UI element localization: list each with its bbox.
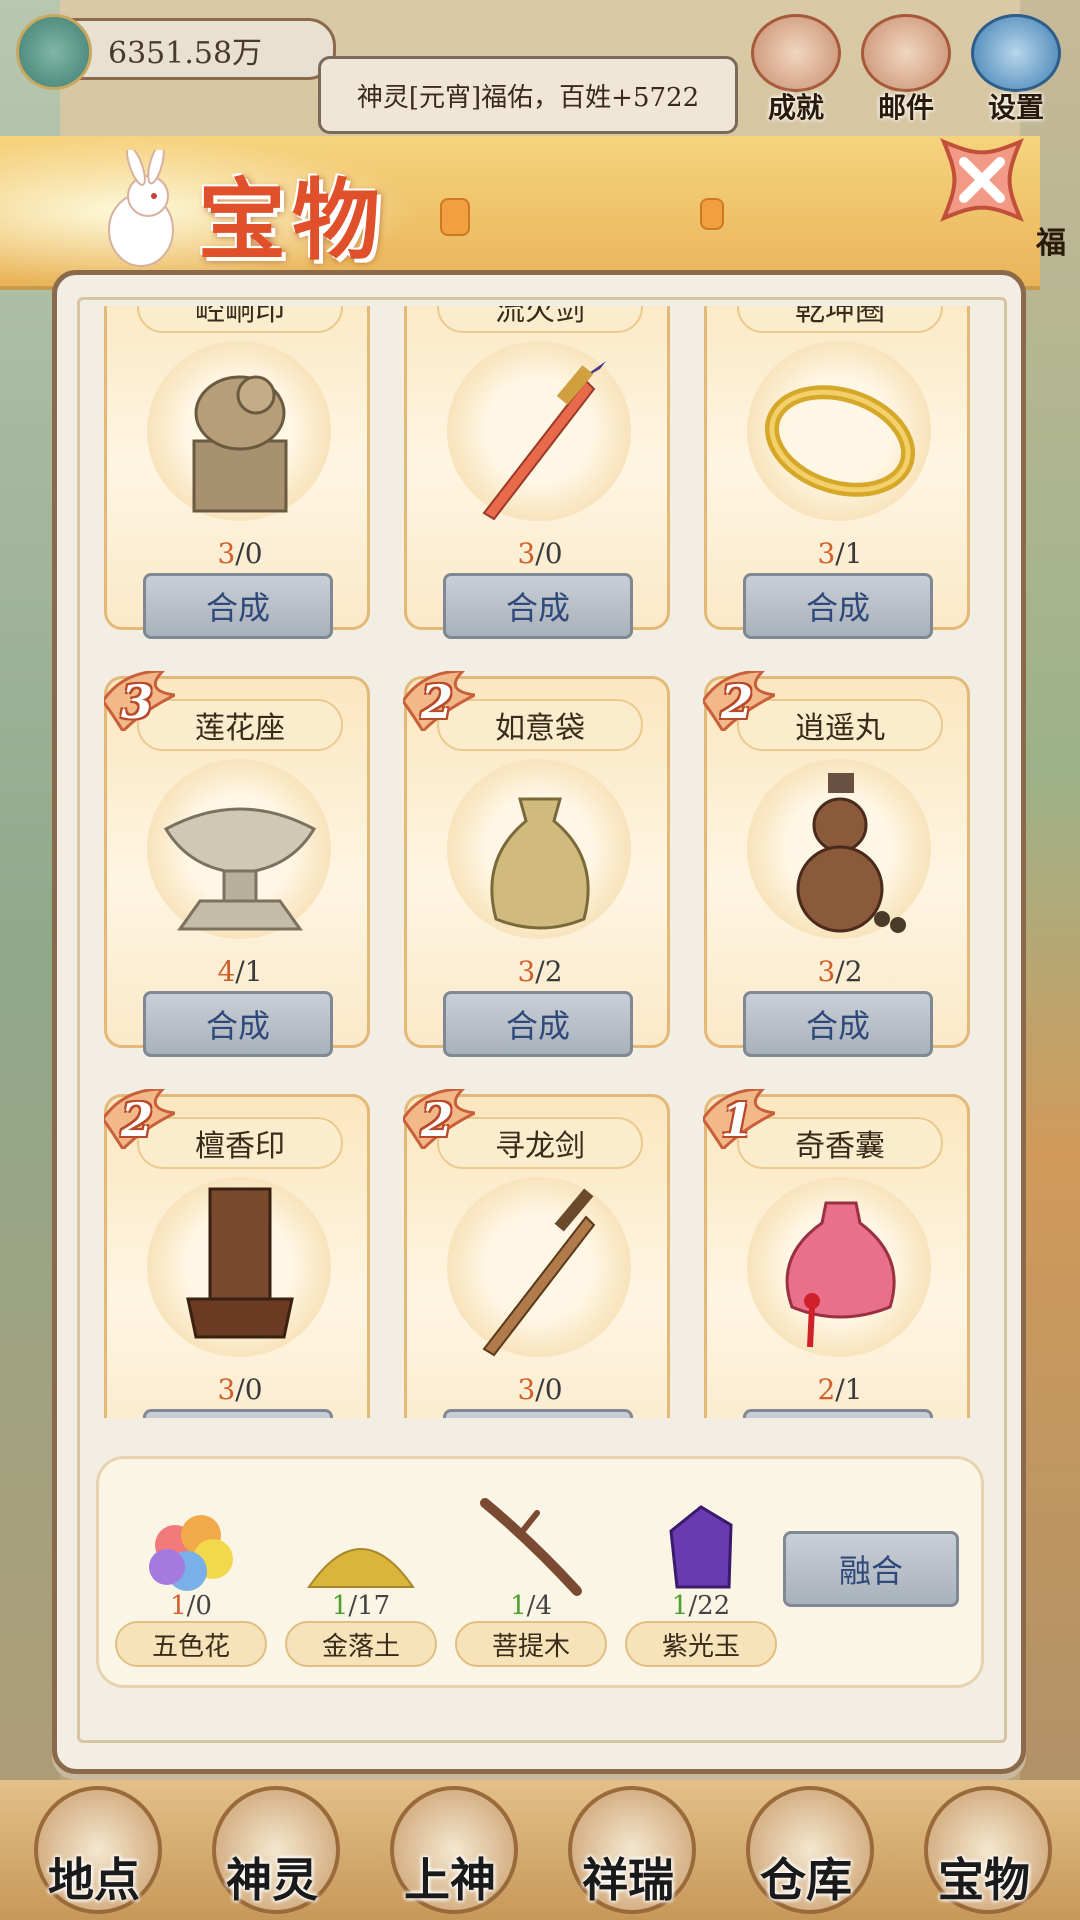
nav-deity[interactable]: 神灵 — [186, 1780, 358, 1920]
synthesize-button[interactable]: 合成 — [443, 991, 633, 1057]
resource-icon — [16, 14, 92, 90]
side-label: 福 — [1036, 226, 1066, 261]
nav-label: 仓库 — [760, 1853, 852, 1907]
material-count: 1/17 — [331, 1591, 391, 1621]
material-item[interactable]: 1/0 五色花 — [111, 1481, 271, 1681]
resource-value: 6351.58万 — [108, 36, 263, 71]
mail-button[interactable]: 邮件 — [858, 14, 954, 124]
page-title: 宝物 — [198, 168, 387, 272]
nav-label: 宝物 — [938, 1853, 1030, 1907]
achievement-scroll-icon — [751, 14, 841, 92]
treasure-name: 乾坤圈 — [737, 306, 943, 333]
material-count: 1/0 — [170, 1591, 212, 1621]
synthesize-button[interactable]: 合成 — [443, 1409, 633, 1418]
treasure-count: 3/0 — [217, 537, 263, 570]
settings-button[interactable]: 设置 — [968, 14, 1064, 124]
gourd-icon — [796, 773, 906, 933]
material-count: 1/4 — [510, 1591, 552, 1621]
bottom-nav: 地点 神灵 上神 祥瑞 仓库 宝物 — [0, 1780, 1080, 1920]
material-name: 菩提木 — [455, 1621, 607, 1667]
material-count: 1/22 — [671, 1591, 731, 1621]
treasure-count: 3/0 — [517, 1373, 563, 1406]
treasure-count: 2/1 — [817, 1373, 863, 1406]
synthesize-button[interactable]: 合成 — [743, 1409, 933, 1418]
treasure-count: 3/0 — [217, 1373, 263, 1406]
treasure-card: 流火剑 3/0 合成 — [404, 306, 670, 639]
nav-label: 地点 — [48, 1853, 140, 1907]
material-name: 紫光玉 — [625, 1621, 777, 1667]
treasure-card: 寻龙剑 3/0 合成 2 — [403, 1089, 670, 1418]
level-badge-number: 2 — [421, 1093, 454, 1147]
lantern-icon — [700, 198, 724, 230]
treasure-count: 3/1 — [817, 537, 863, 570]
bronze-sword-icon — [482, 1188, 596, 1357]
synthesize-button[interactable]: 合成 — [143, 991, 333, 1057]
five-color-flower-icon — [149, 1515, 233, 1591]
nav-warehouse[interactable]: 仓库 — [720, 1780, 892, 1920]
material-item[interactable]: 1/17 金落土 — [281, 1481, 441, 1681]
bodhi-wood-icon — [480, 1498, 582, 1596]
synthesize-button[interactable]: 合成 — [743, 991, 933, 1057]
treasure-card: 逍遥丸 3/2 合成 2 — [703, 671, 970, 1057]
treasure-card: 乾坤圈 3/1 合成 — [704, 306, 970, 639]
nav-label: 神灵 — [226, 1853, 318, 1907]
treasure-card: 莲花座 4/1 合成 3 — [104, 671, 370, 1057]
fuse-button[interactable]: 融合 — [783, 1531, 959, 1607]
material-item[interactable]: 1/22 紫光玉 — [621, 1481, 781, 1681]
level-badge-number: 2 — [421, 675, 454, 729]
level-badge-number: 2 — [721, 675, 754, 729]
nav-label: 祥瑞 — [582, 1853, 674, 1907]
gold-soil-icon — [307, 1548, 415, 1588]
golden-ring-icon — [764, 385, 916, 497]
synthesize-button[interactable]: 合成 — [443, 573, 633, 639]
synthesize-button[interactable]: 合成 — [143, 1409, 333, 1418]
material-item[interactable]: 1/4 菩提木 — [451, 1481, 611, 1681]
seal-icon — [192, 375, 288, 513]
level-badge-number: 2 — [121, 1093, 154, 1147]
fire-sword-icon — [482, 361, 606, 521]
wood-seal-icon — [186, 1187, 294, 1339]
treasure-card: 檀香印 3/0 合成 2 — [104, 1089, 370, 1418]
nav-auspicious[interactable]: 祥瑞 — [542, 1780, 714, 1920]
pouch-icon — [490, 797, 590, 930]
level-badge-number: 1 — [721, 1093, 754, 1147]
close-button[interactable] — [920, 118, 1044, 242]
treasure-card: 崆峒印 3/0 合成 — [104, 306, 370, 639]
treasure-grid[interactable]: 崆峒印 3/0 合成 流火剑 3/0 合成 乾坤圈 3/1 合成 莲花座 4/1… — [104, 306, 984, 1418]
nav-location[interactable]: 地点 — [8, 1780, 180, 1920]
treasure-card: 如意袋 3/2 合成 2 — [403, 671, 670, 1057]
achievement-button[interactable]: 成就 — [748, 14, 844, 124]
gear-icon — [971, 14, 1061, 92]
synthesize-button[interactable]: 合成 — [743, 573, 933, 639]
treasure-name: 崆峒印 — [137, 306, 343, 333]
treasure-card: 奇香囊 2/1 合成 1 — [703, 1089, 970, 1418]
nav-label: 上神 — [404, 1853, 496, 1907]
treasure-count: 4/1 — [217, 955, 263, 988]
treasure-count: 3/2 — [517, 955, 563, 988]
material-name: 金落土 — [285, 1621, 437, 1667]
lotus-pedestal-icon — [163, 807, 317, 931]
mail-icon — [861, 14, 951, 92]
sachet-icon — [785, 1201, 896, 1348]
nav-treasure[interactable]: 宝物 — [898, 1780, 1070, 1920]
lantern-icon — [440, 198, 470, 236]
treasure-name: 流火剑 — [437, 306, 643, 333]
treasure-count: 3/2 — [817, 955, 863, 988]
materials-panel: 1/0 五色花 1/17 金落土 1/4 菩提木 1/22 紫光玉 融合 — [96, 1456, 984, 1688]
achievement-label: 成就 — [767, 91, 824, 124]
rabbit-icon — [108, 150, 174, 267]
treasure-count: 3/0 — [517, 537, 563, 570]
nav-upper-deity[interactable]: 上神 — [364, 1780, 536, 1920]
event-toast: 神灵[元宵]福佑，百姓+5722 — [318, 56, 738, 134]
synthesize-button[interactable]: 合成 — [143, 573, 333, 639]
material-name: 五色花 — [115, 1621, 267, 1667]
purple-jade-icon — [669, 1505, 733, 1589]
level-badge-number: 3 — [121, 675, 154, 729]
